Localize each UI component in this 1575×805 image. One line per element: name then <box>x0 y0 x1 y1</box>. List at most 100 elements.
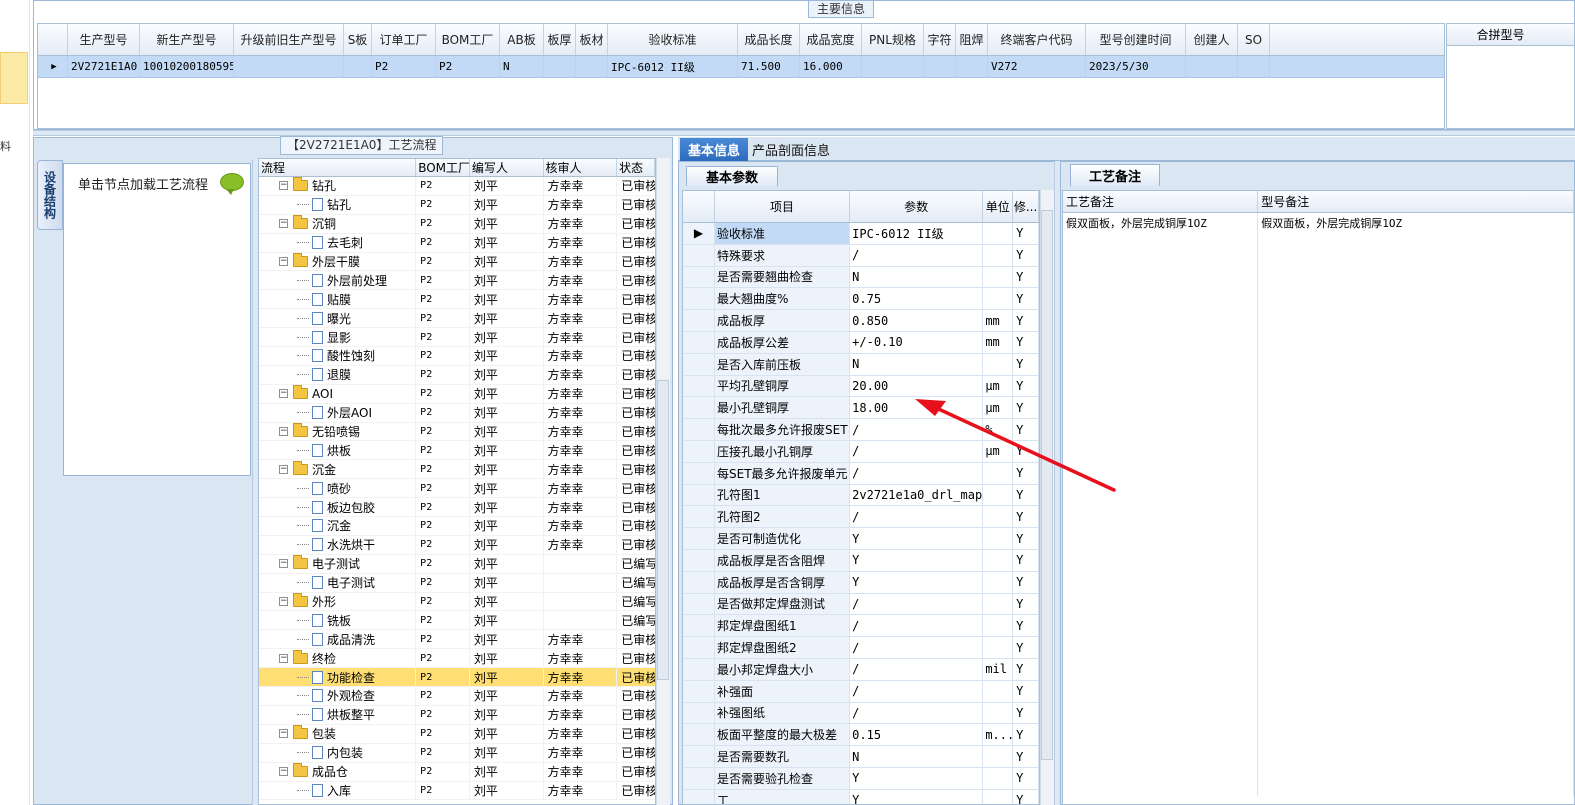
param-unit[interactable] <box>983 680 1014 702</box>
tree-row[interactable]: 烘板整平 P2 刘平 方幸幸 已审核 <box>259 705 655 725</box>
col-header[interactable]: 板材 <box>576 24 608 55</box>
param-unit[interactable]: mm <box>983 310 1014 331</box>
tree-row[interactable]: 功能检查 P2 刘平 方幸幸 已审核 <box>259 668 655 688</box>
col-header[interactable]: AB板 <box>500 24 544 55</box>
tab-basic-info[interactable]: 基本信息 <box>680 138 748 161</box>
tab-product-profile[interactable]: 产品剖面信息 <box>752 140 830 159</box>
tree-node[interactable]: 烘板 <box>259 441 417 460</box>
param-unit[interactable] <box>983 571 1014 593</box>
param-mod[interactable]: Y <box>1013 724 1039 746</box>
param-unit[interactable] <box>983 593 1014 615</box>
param-item[interactable]: 是否需要验孔检查 <box>715 767 851 789</box>
tree-node[interactable]: − AOI <box>259 384 417 403</box>
grid-cell[interactable] <box>544 56 576 77</box>
param-mod[interactable]: Y <box>1013 593 1039 615</box>
tree-row[interactable]: − AOI P2 刘平 方幸幸 已审核 <box>259 384 655 404</box>
param-item[interactable]: 成品板厚 <box>715 310 851 331</box>
tree-node[interactable]: 退膜 <box>259 365 417 384</box>
grid-cell[interactable]: IPC-6012 II级 <box>608 56 738 77</box>
col-header[interactable]: 订单工厂 <box>372 24 436 55</box>
param-item[interactable]: 成品板厚是否含阻焊 <box>715 549 851 571</box>
param-row[interactable]: 成品板厚是否含铜厚 Y Y <box>683 571 1039 594</box>
param-item[interactable]: 最小孔壁铜厚 <box>715 397 851 419</box>
param-mod[interactable]: Y <box>1013 331 1039 353</box>
tree-row[interactable]: 去毛刺 P2 刘平 方幸幸 已审核 <box>259 233 655 253</box>
grid-cell[interactable]: P2 <box>436 56 500 77</box>
param-item[interactable]: 孔符图1 <box>715 484 851 506</box>
tree-node[interactable]: 水洗烘干 <box>259 535 417 554</box>
tree-col-header[interactable]: 流程 <box>259 159 417 176</box>
param-value[interactable]: / <box>850 637 984 658</box>
param-mod[interactable]: Y <box>1013 484 1039 506</box>
collapse-icon[interactable]: − <box>279 219 288 229</box>
param-mod[interactable]: Y <box>1013 789 1039 804</box>
grid-cell[interactable] <box>1186 56 1238 77</box>
col-header[interactable]: S板 <box>344 24 372 55</box>
param-item[interactable]: 特殊要求 <box>715 244 851 266</box>
param-value[interactable]: / <box>850 593 984 615</box>
tree-col-header[interactable]: 核审人 <box>544 159 618 176</box>
tree-row[interactable]: 成品清洗 P2 刘平 方幸幸 已审核 <box>259 630 655 650</box>
tree-node[interactable]: 成品清洗 <box>259 630 417 649</box>
param-mod[interactable]: Y <box>1013 549 1039 571</box>
param-unit[interactable]: mm <box>983 331 1014 353</box>
col-header[interactable]: PNL规格 <box>862 24 924 55</box>
tree-node[interactable]: 外层AOI <box>259 403 417 422</box>
param-value[interactable]: / <box>850 419 984 440</box>
collapse-icon[interactable]: − <box>279 729 288 739</box>
param-unit[interactable] <box>983 484 1014 506</box>
tree-row[interactable]: − 终检 P2 刘平 方幸幸 已审核 <box>259 649 655 669</box>
tree-node[interactable]: 烘板整平 <box>259 705 417 724</box>
param-value[interactable]: N <box>850 746 984 767</box>
tree-node[interactable]: 入库 <box>259 781 417 800</box>
col-header[interactable]: 终端客户代码 <box>988 24 1086 55</box>
param-unit[interactable] <box>983 266 1014 288</box>
grid-cell[interactable]: 2023/5/30 <box>1086 56 1186 77</box>
tree-node[interactable]: 功能检查 <box>259 668 417 687</box>
tree-node[interactable]: 板边包胶 <box>259 498 417 517</box>
tree-row[interactable]: 水洗烘干 P2 刘平 方幸幸 已审核 <box>259 535 655 555</box>
param-unit[interactable] <box>983 288 1014 310</box>
param-item[interactable]: 平均孔壁铜厚 <box>715 375 851 397</box>
col-header[interactable]: 阻焊 <box>956 24 988 55</box>
param-mod[interactable]: Y <box>1013 353 1039 375</box>
param-value[interactable]: IPC-6012 II级 <box>850 223 984 244</box>
param-unit[interactable]: μm <box>983 440 1014 462</box>
param-mod[interactable]: Y <box>1013 440 1039 462</box>
left-selected-item[interactable] <box>0 52 28 104</box>
grid-cell[interactable]: V272 <box>988 56 1086 77</box>
param-mod[interactable]: Y <box>1013 746 1039 767</box>
tree-row[interactable]: 外观检查 P2 刘平 方幸幸 已审核 <box>259 687 655 706</box>
param-unit[interactable] <box>983 244 1014 266</box>
tree-node[interactable]: 曝光 <box>259 309 417 328</box>
collapse-icon[interactable]: − <box>279 181 288 191</box>
param-row[interactable]: 压接孔最小孔铜厚 / μm Y <box>683 440 1039 463</box>
param-row[interactable]: 补强图纸 / Y <box>683 702 1039 725</box>
param-value[interactable]: Y <box>850 789 984 804</box>
param-value[interactable]: Y <box>850 767 984 789</box>
param-row[interactable]: 最小孔壁铜厚 18.00 μm Y <box>683 397 1039 420</box>
tree-node[interactable]: 内包装 <box>259 743 417 762</box>
param-row[interactable]: 补强面 / Y <box>683 680 1039 703</box>
param-unit[interactable] <box>983 637 1014 658</box>
param-mod[interactable]: Y <box>1013 310 1039 331</box>
param-value[interactable]: / <box>850 244 984 266</box>
grid-cell[interactable]: P2 <box>372 56 436 77</box>
tree-row[interactable]: 贴膜 P2 刘平 方幸幸 已审核 <box>259 290 655 310</box>
param-mod[interactable]: Y <box>1013 419 1039 440</box>
tree-node[interactable]: − 无铅喷锡 <box>259 422 417 441</box>
tree-row[interactable]: 外层前处理 P2 刘平 方幸幸 已审核 <box>259 271 655 291</box>
param-row[interactable]: 是否需要数孔 N Y <box>683 746 1039 768</box>
tree-row[interactable]: 铣板 P2 刘平 已编写 <box>259 611 655 631</box>
param-item[interactable]: 压接孔最小孔铜厚 <box>715 440 851 462</box>
col-header[interactable]: 型号创建时间 <box>1086 24 1186 55</box>
param-col-header[interactable]: 修... <box>1013 191 1039 222</box>
param-value[interactable]: / <box>850 462 984 484</box>
col-header[interactable]: 验收标准 <box>608 24 738 55</box>
param-item[interactable]: 是否需要翘曲检查 <box>715 266 851 288</box>
tree-row[interactable]: − 外形 P2 刘平 已编写 <box>259 592 655 612</box>
param-value[interactable]: / <box>850 680 984 702</box>
param-item[interactable]: 邦定焊盘图纸2 <box>715 637 851 658</box>
param-value[interactable]: Y <box>850 571 984 593</box>
grid-cell[interactable] <box>1238 56 1270 77</box>
